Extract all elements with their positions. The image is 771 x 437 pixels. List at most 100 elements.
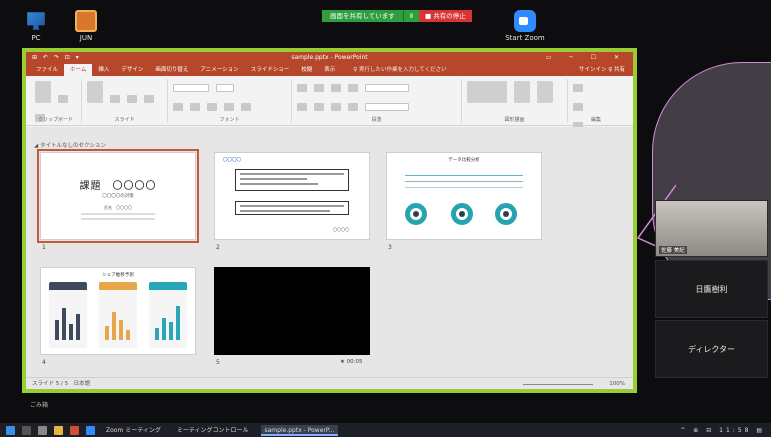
slide-thumbnail-1[interactable]: 課題 〇〇〇〇 〇〇〇〇の対策 氏名 〇〇〇〇	[37, 149, 199, 243]
align-left-icon[interactable]	[297, 103, 307, 111]
tab-slideshow[interactable]: スライドショー	[245, 64, 296, 76]
search-icon[interactable]	[22, 425, 31, 435]
account-share[interactable]: サインイン ♀ 共有	[573, 64, 633, 76]
font-name-select[interactable]	[173, 84, 209, 92]
taskbar-powerpoint[interactable]: sample.pptx - PowerP...	[260, 424, 339, 436]
ribbon-group-editing: 編集	[568, 79, 624, 130]
system-tray[interactable]: ^ ⊕ ⊟ 11:58 ▤	[680, 427, 771, 434]
participant-name: ディレクター	[687, 344, 736, 354]
participant-tile[interactable]: 日鷹樹利	[655, 260, 768, 318]
tab-view[interactable]: 表示	[318, 64, 341, 76]
participant-video-tile[interactable]: 佐藤 美紀	[655, 200, 768, 257]
file-explorer-icon[interactable]	[54, 425, 63, 435]
slide-heading: 〇〇〇〇	[223, 158, 241, 163]
justify-icon[interactable]	[348, 103, 359, 111]
donut-chart-icon	[451, 203, 473, 225]
window-title: sample.pptx - PowerPoint	[291, 54, 368, 61]
taskbar: Zoom ミーティング ミーティングコントロール sample.pptx - P…	[0, 423, 771, 437]
slide-thumbnail-3[interactable]: データ比較分析	[386, 152, 542, 240]
status-bar: スライド 5 / 5 日本語 100%	[26, 377, 633, 389]
paste-icon[interactable]	[35, 81, 51, 103]
sharing-indicator[interactable]: 画面を共有しています	[322, 10, 403, 22]
bold-icon[interactable]	[173, 103, 183, 111]
bar-chart-card	[149, 282, 187, 348]
indent-icon[interactable]	[331, 84, 342, 92]
start-icon[interactable]	[6, 425, 15, 435]
smartart-select[interactable]	[365, 103, 410, 111]
chart-line	[405, 187, 523, 188]
chart-line	[405, 175, 523, 176]
desktop-icon-zoom[interactable]: Start Zoom	[497, 10, 553, 42]
reset-icon[interactable]	[127, 95, 138, 103]
slide-count: スライド 5 / 5 日本語	[32, 381, 91, 387]
strikethrough-icon[interactable]	[224, 103, 235, 111]
office-icon[interactable]	[70, 425, 79, 435]
text-direction-select[interactable]	[365, 84, 410, 92]
tab-review[interactable]: 校閲	[295, 64, 318, 76]
desktop-icon-label: Start Zoom	[505, 34, 545, 42]
group-label: クリップボード	[37, 117, 73, 123]
participant-name: 佐藤 美紀	[659, 246, 687, 254]
zoom-taskbar-icon[interactable]	[86, 425, 95, 435]
tab-home[interactable]: ホーム	[64, 64, 93, 76]
zoom-slider[interactable]	[523, 384, 593, 385]
desktop-icon-pc[interactable]: PC	[12, 10, 60, 42]
desktop-icon-label: PC	[31, 34, 41, 42]
slide-thumbnail-2[interactable]: 〇〇〇〇 〇〇〇〇	[214, 152, 370, 240]
tab-animations[interactable]: アニメーション	[194, 64, 244, 76]
tab-insert[interactable]: 挿入	[92, 64, 115, 76]
slide-footer: 〇〇〇〇	[333, 227, 349, 232]
group-label: 編集	[590, 117, 601, 123]
desktop-icon-user-folder[interactable]: JUN	[62, 10, 110, 42]
section-header[interactable]: ◢ タイトルなしのセクション	[34, 141, 106, 149]
align-center-icon[interactable]	[314, 103, 325, 111]
slide-number: 4	[42, 359, 46, 366]
zoom-level[interactable]: 100%	[609, 378, 625, 389]
bullets-icon[interactable]	[297, 84, 307, 92]
replace-icon[interactable]	[573, 103, 583, 111]
taskbar-zoom-meeting[interactable]: Zoom ミーティング	[102, 425, 165, 436]
bar-chart-card	[49, 282, 87, 348]
slide-title: データ比較分析	[448, 158, 480, 163]
underline-icon[interactable]	[207, 103, 218, 111]
line-spacing-icon[interactable]	[348, 84, 359, 92]
ribbon-group-drawing: 図形描画	[462, 79, 568, 123]
window-controls[interactable]: ▭ ─ ☐ ✕	[546, 52, 627, 64]
section-icon[interactable]	[144, 95, 155, 103]
pause-share-button[interactable]: Ⅱ	[402, 10, 420, 22]
slide-sorter: ◢ タイトルなしのセクション 課題 〇〇〇〇 〇〇〇〇の対策 氏名 〇〇〇〇 1…	[26, 127, 633, 377]
group-label: スライド	[114, 117, 135, 123]
slide-thumbnail-5[interactable]	[214, 267, 370, 355]
taskbar-meeting-controls[interactable]: ミーティングコントロール	[173, 425, 253, 436]
quick-styles-icon[interactable]	[537, 81, 554, 103]
tab-transitions[interactable]: 画面切り替え	[149, 64, 194, 76]
font-color-icon[interactable]	[241, 103, 252, 111]
tab-design[interactable]: デザイン	[115, 64, 149, 76]
shapes-gallery[interactable]	[467, 81, 507, 103]
numbering-icon[interactable]	[314, 84, 325, 92]
desktop-icon-label: JUN	[79, 34, 93, 42]
stop-share-button[interactable]: ■ 共有の停止	[419, 10, 472, 22]
chart-line	[405, 181, 523, 182]
slide-number: 5	[216, 359, 220, 366]
slide-thumbnail-4[interactable]: シェア推移予測	[40, 267, 196, 355]
task-view-icon[interactable]	[38, 425, 47, 435]
layout-icon[interactable]	[110, 95, 121, 103]
recycle-bin-label: ごみ箱	[30, 402, 49, 409]
italic-icon[interactable]	[190, 103, 201, 111]
tell-me-search[interactable]: ♀ 実行したい作業を入力してください	[347, 64, 452, 76]
donut-chart-icon	[405, 203, 427, 225]
text-placeholder-line	[81, 218, 155, 220]
participant-name: 日鷹樹利	[695, 284, 728, 294]
cut-icon[interactable]	[58, 95, 69, 103]
tab-file[interactable]: ファイル	[30, 64, 64, 76]
slide-title: 課題 〇〇〇〇	[79, 181, 157, 192]
participant-tile[interactable]: ディレクター	[655, 320, 768, 378]
slide-number: 3	[388, 244, 392, 251]
align-right-icon[interactable]	[331, 103, 342, 111]
find-icon[interactable]	[573, 84, 583, 92]
font-size-select[interactable]	[216, 84, 235, 92]
new-slide-icon[interactable]	[87, 81, 103, 103]
arrange-icon[interactable]	[514, 81, 531, 103]
computer-icon	[27, 12, 45, 30]
